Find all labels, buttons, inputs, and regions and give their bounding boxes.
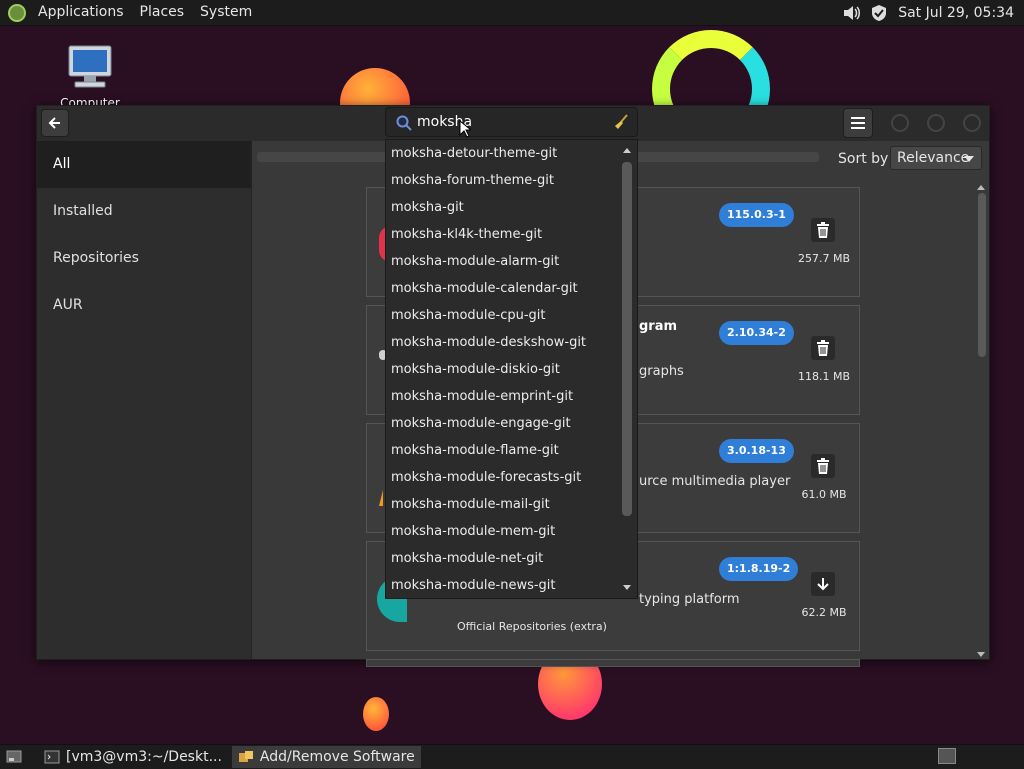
package-manager-icon — [238, 751, 253, 762]
completion-item[interactable]: moksha-module-mail-git — [386, 491, 637, 518]
scroll-up-icon[interactable] — [977, 185, 985, 190]
completion-item[interactable]: moksha-module-flame-git — [386, 437, 637, 464]
search-completion-list: moksha-detour-theme-git moksha-forum-the… — [385, 139, 638, 599]
places-menu[interactable]: Places — [132, 0, 193, 25]
computer-icon — [68, 45, 112, 88]
package-size: 61.0 MB — [801, 488, 847, 501]
scroll-up-icon[interactable] — [623, 148, 631, 153]
completion-item[interactable]: moksha-kl4k-theme-git — [386, 221, 637, 248]
completion-item[interactable]: moksha-module-news-git — [386, 572, 637, 598]
version-badge: 1:1.8.19-2 — [719, 557, 799, 581]
sidebar-item-all[interactable]: All — [37, 141, 251, 188]
package-size: 257.7 MB — [797, 252, 851, 265]
scroll-down-icon[interactable] — [623, 585, 631, 590]
hamburger-icon — [851, 117, 865, 129]
package-size: 118.1 MB — [797, 370, 851, 383]
trash-icon — [817, 458, 829, 474]
completion-item[interactable]: moksha-module-engage-git — [386, 410, 637, 437]
applications-menu[interactable]: Applications — [30, 0, 132, 25]
completion-item[interactable]: moksha-module-emprint-git — [386, 383, 637, 410]
package-description: graphs — [639, 364, 684, 379]
package-description: urce multimedia player — [639, 474, 791, 489]
search-field[interactable] — [385, 107, 638, 137]
task-add-remove-software[interactable]: Add/Remove Software — [231, 746, 421, 768]
content-scrollbar[interactable] — [975, 185, 987, 657]
search-icon — [396, 115, 412, 131]
sidebar: All Installed Repositories AUR — [37, 141, 252, 659]
version-badge: 2.10.34-2 — [719, 321, 794, 345]
clear-broom-icon[interactable] — [613, 114, 629, 130]
package-icon — [379, 490, 383, 506]
remove-button[interactable] — [811, 218, 835, 242]
minimize-button[interactable] — [891, 114, 909, 132]
remove-button[interactable] — [811, 454, 835, 478]
sort-value: Relevance — [897, 150, 970, 166]
system-tray: Sat Jul 29, 05:34 — [842, 0, 1014, 25]
top-panel: Applications Places System Sat Jul 29, 0… — [0, 0, 1024, 26]
desktop-computer-icon[interactable]: Computer — [58, 44, 122, 110]
sort-label: Sort by — [838, 151, 889, 167]
package-repository: Official Repositories (extra) — [457, 620, 607, 633]
completion-item[interactable]: moksha-module-diskio-git — [386, 356, 637, 383]
completion-scrollbar[interactable] — [620, 140, 636, 598]
task-terminal[interactable]: [vm3@vm3:~/Deskt... — [38, 746, 228, 768]
maximize-button[interactable] — [927, 114, 945, 132]
close-button[interactable] — [963, 114, 981, 132]
completion-item[interactable]: moksha-module-net-git — [386, 545, 637, 572]
completion-item[interactable]: moksha-module-mem-git — [386, 518, 637, 545]
sort-dropdown[interactable]: Relevance — [890, 146, 982, 170]
package-card[interactable] — [366, 659, 860, 667]
completion-item[interactable]: moksha-git — [386, 194, 637, 221]
volume-icon[interactable] — [842, 4, 861, 22]
completion-item[interactable]: moksha-module-forecasts-git — [386, 464, 637, 491]
completion-item[interactable]: moksha-module-alarm-git — [386, 248, 637, 275]
system-menu[interactable]: System — [192, 0, 260, 25]
completion-item[interactable]: moksha-module-cpu-git — [386, 302, 637, 329]
wallpaper-shape — [363, 697, 389, 731]
version-badge: 115.0.3-1 — [719, 203, 794, 227]
sidebar-item-aur[interactable]: AUR — [37, 282, 251, 329]
mouse-cursor-icon — [459, 120, 471, 138]
terminal-icon — [44, 750, 60, 764]
arrow-left-icon — [48, 117, 60, 129]
scroll-down-icon[interactable] — [977, 652, 985, 657]
show-desktop-button[interactable] — [0, 746, 34, 768]
completion-item[interactable]: moksha-module-calendar-git — [386, 275, 637, 302]
trash-icon — [817, 340, 829, 356]
version-badge: 3.0.18-13 — [719, 439, 794, 463]
completion-item[interactable]: moksha-forum-theme-git — [386, 167, 637, 194]
sidebar-item-installed[interactable]: Installed — [37, 188, 251, 235]
package-description: typing platform — [639, 592, 740, 607]
scrollbar-thumb[interactable] — [978, 193, 986, 357]
shield-icon[interactable] — [870, 4, 888, 22]
taskbar: [vm3@vm3:~/Deskt... Add/Remove Software — [0, 744, 1024, 769]
trash-icon — [817, 222, 829, 238]
package-size: 62.2 MB — [801, 606, 847, 619]
scrollbar-thumb[interactable] — [622, 162, 632, 516]
chevron-down-icon — [964, 156, 974, 162]
package-name: gram — [639, 319, 678, 334]
completion-item[interactable]: moksha-module-deskshow-git — [386, 329, 637, 356]
remove-button[interactable] — [811, 336, 835, 360]
task-label: [vm3@vm3:~/Deskt... — [66, 749, 222, 765]
completion-item[interactable]: moksha-detour-theme-git — [386, 140, 637, 167]
workspace-switcher[interactable] — [938, 748, 956, 764]
hamburger-menu-button[interactable] — [843, 108, 873, 138]
menu-logo-icon[interactable] — [8, 3, 26, 22]
clock[interactable]: Sat Jul 29, 05:34 — [898, 5, 1014, 21]
show-desktop-icon — [6, 750, 22, 763]
download-arrow-icon — [817, 578, 829, 591]
search-input[interactable] — [417, 114, 607, 130]
task-label: Add/Remove Software — [259, 749, 415, 765]
install-button[interactable] — [811, 572, 835, 596]
sidebar-item-repositories[interactable]: Repositories — [37, 235, 251, 282]
back-button[interactable] — [41, 109, 69, 137]
